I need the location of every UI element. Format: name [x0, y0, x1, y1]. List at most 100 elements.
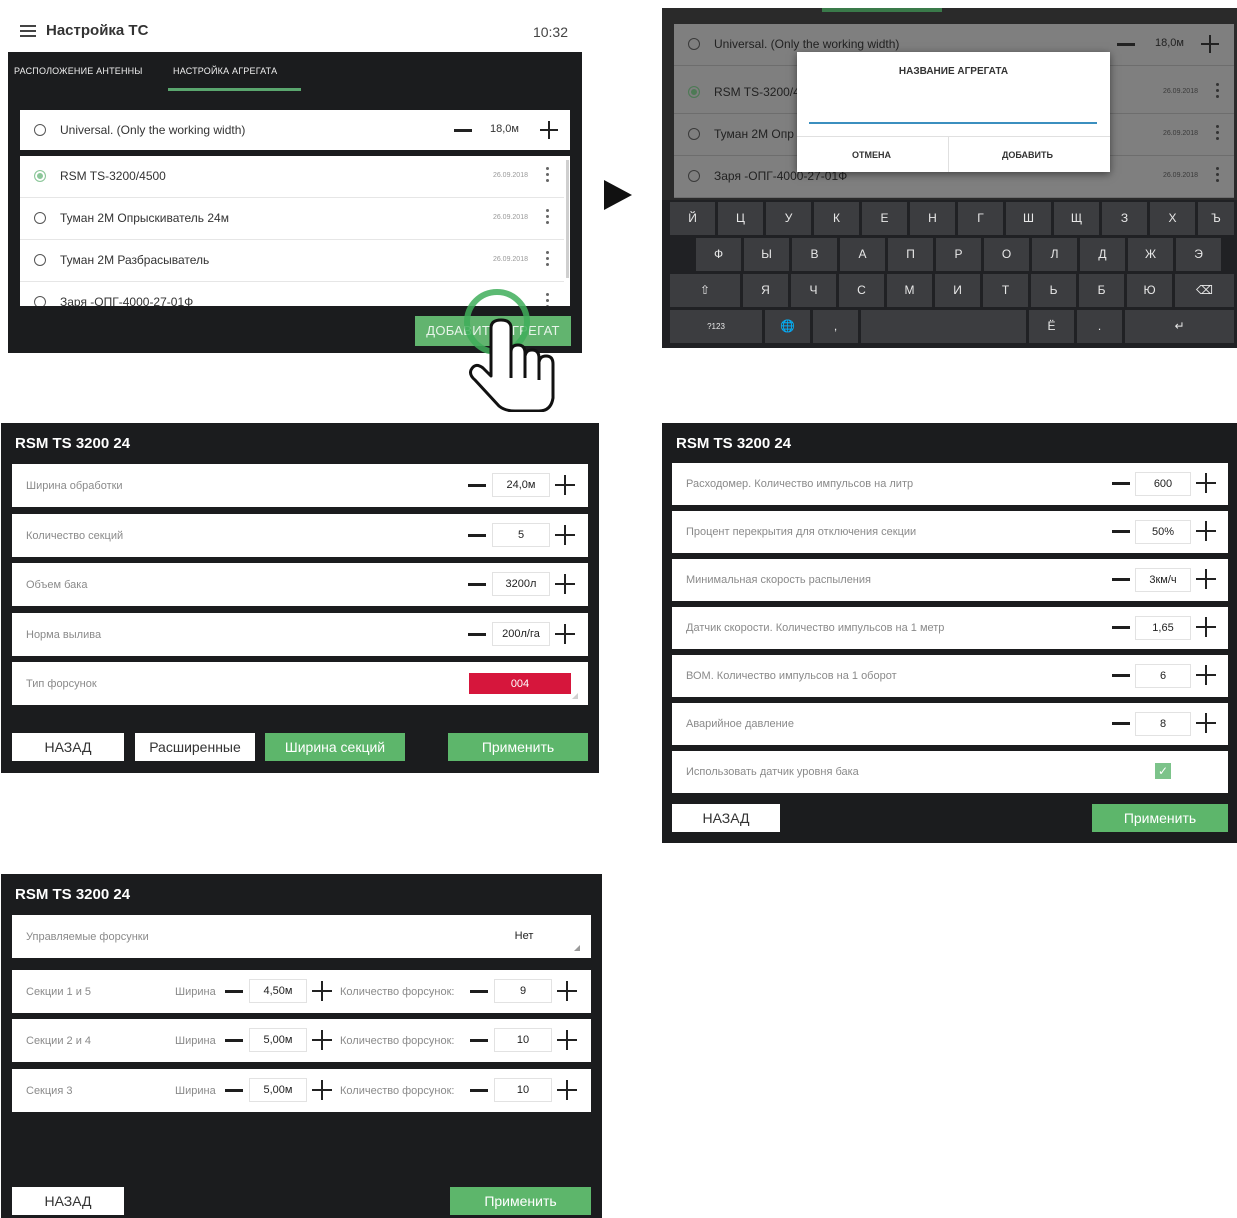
decrement-button[interactable] [1112, 482, 1130, 485]
shift-key[interactable]: ⇧ [670, 274, 740, 307]
key[interactable]: Ы [744, 238, 789, 271]
width-increment-button[interactable] [312, 1080, 332, 1100]
decrement-button[interactable] [468, 583, 486, 586]
count-increment-button[interactable] [557, 981, 577, 1001]
key[interactable]: Ц [718, 202, 763, 235]
more-options-icon[interactable] [1216, 83, 1220, 101]
controlled-nozzles-select[interactable]: Нет [472, 925, 576, 949]
tab-antenna-position[interactable]: РАСПОЛОЖЕНИЕ АНТЕННЫ [14, 66, 143, 76]
param-value[interactable]: 1,65 [1135, 616, 1191, 640]
decrement-button[interactable] [1112, 578, 1130, 581]
radio-button[interactable] [34, 296, 46, 306]
count-decrement-button[interactable] [470, 1039, 488, 1042]
globe-icon[interactable]: 🌐 [765, 310, 810, 343]
key[interactable]: О [984, 238, 1029, 271]
decrement-button[interactable] [1112, 674, 1130, 677]
decrement-button[interactable] [1112, 530, 1130, 533]
key[interactable]: Й [670, 202, 715, 235]
increment-button[interactable] [1196, 473, 1216, 493]
key[interactable]: Г [958, 202, 1003, 235]
key[interactable]: Х [1150, 202, 1195, 235]
back-button[interactable]: НАЗАД [12, 1187, 124, 1215]
decrement-button[interactable] [1112, 722, 1130, 725]
key[interactable]: М [887, 274, 932, 307]
section-width-value[interactable]: 5,00м [249, 1078, 307, 1102]
width-decrement-button[interactable] [225, 1039, 243, 1042]
key[interactable]: Ё [1029, 310, 1074, 343]
increment-button[interactable] [1196, 569, 1216, 589]
nozzle-count-value[interactable]: 9 [494, 979, 552, 1003]
nozzle-type-select[interactable]: 004 [469, 673, 571, 694]
key[interactable]: Р [936, 238, 981, 271]
increment-button[interactable] [1196, 665, 1216, 685]
tank-sensor-checkbox[interactable]: ✓ [1155, 763, 1171, 779]
key[interactable]: П [888, 238, 933, 271]
width-decrement-button[interactable] [225, 990, 243, 993]
key[interactable]: Я [743, 274, 788, 307]
more-options-icon[interactable] [546, 251, 550, 269]
key[interactable]: К [814, 202, 859, 235]
key[interactable]: Ч [791, 274, 836, 307]
increment-button[interactable] [540, 121, 558, 139]
decrement-button[interactable] [1112, 626, 1130, 629]
key[interactable]: Ш [1006, 202, 1051, 235]
enter-key[interactable]: ↵ [1125, 310, 1234, 343]
apply-button[interactable]: Применить [448, 733, 588, 761]
radio-button[interactable] [34, 254, 46, 266]
advanced-button[interactable]: Расширенные [135, 733, 255, 761]
universal-unit-row[interactable]: Universal. (Only the working width) 18,0… [20, 110, 570, 150]
back-button[interactable]: НАЗАД [12, 733, 124, 761]
nozzle-count-value[interactable]: 10 [494, 1078, 552, 1102]
radio-button-selected[interactable] [688, 86, 700, 98]
increment-button[interactable] [555, 525, 575, 545]
apply-button[interactable]: Применить [1092, 804, 1228, 832]
key[interactable]: Ь [1031, 274, 1076, 307]
apply-button[interactable]: Применить [450, 1187, 591, 1215]
cancel-button[interactable]: ОТМЕНА [852, 150, 891, 160]
section-width-button[interactable]: Ширина секций [265, 733, 405, 761]
radio-button[interactable] [688, 38, 700, 50]
key[interactable]: Д [1080, 238, 1125, 271]
param-value[interactable]: 3км/ч [1135, 568, 1191, 592]
param-value[interactable]: 8 [1135, 712, 1191, 736]
param-value[interactable]: 600 [1135, 472, 1191, 496]
scrollbar[interactable] [566, 160, 569, 278]
comma-key[interactable]: , [813, 310, 858, 343]
count-increment-button[interactable] [557, 1080, 577, 1100]
key[interactable]: З [1102, 202, 1147, 235]
count-decrement-button[interactable] [470, 990, 488, 993]
period-key[interactable]: . [1077, 310, 1122, 343]
radio-button[interactable] [688, 128, 700, 140]
width-increment-button[interactable] [312, 981, 332, 1001]
count-increment-button[interactable] [557, 1030, 577, 1050]
radio-button[interactable] [34, 124, 46, 136]
list-item[interactable]: Туман 2М Разбрасыватель 26.09.2018 [20, 240, 564, 282]
key[interactable]: Ж [1128, 238, 1173, 271]
unit-name-input[interactable] [809, 122, 1097, 124]
key[interactable]: С [839, 274, 884, 307]
more-options-icon[interactable] [546, 209, 550, 227]
key[interactable]: Н [910, 202, 955, 235]
increment-button[interactable] [1201, 35, 1219, 53]
section-width-value[interactable]: 5,00м [249, 1028, 307, 1052]
decrement-button[interactable] [468, 534, 486, 537]
increment-button[interactable] [1196, 521, 1216, 541]
list-item[interactable]: RSM TS-3200/4500 26.09.2018 [20, 156, 564, 198]
increment-button[interactable] [555, 475, 575, 495]
numbers-key[interactable]: ?123 [670, 310, 762, 343]
more-options-icon[interactable] [1216, 125, 1220, 143]
param-value[interactable]: 6 [1135, 664, 1191, 688]
count-decrement-button[interactable] [470, 1089, 488, 1092]
space-key[interactable] [861, 310, 1026, 343]
width-decrement-button[interactable] [225, 1089, 243, 1092]
param-value[interactable]: 5 [492, 523, 550, 547]
param-value[interactable]: 24,0м [492, 473, 550, 497]
decrement-button[interactable] [454, 129, 472, 132]
decrement-button[interactable] [1117, 43, 1135, 46]
more-options-icon[interactable] [546, 167, 550, 185]
list-item[interactable]: Туман 2М Опрыскиватель 24м 26.09.2018 [20, 198, 564, 240]
increment-button[interactable] [1196, 617, 1216, 637]
key[interactable]: И [935, 274, 980, 307]
tab-unit-settings[interactable]: НАСТРОЙКА АГРЕГАТА [173, 66, 277, 76]
key[interactable]: А [840, 238, 885, 271]
